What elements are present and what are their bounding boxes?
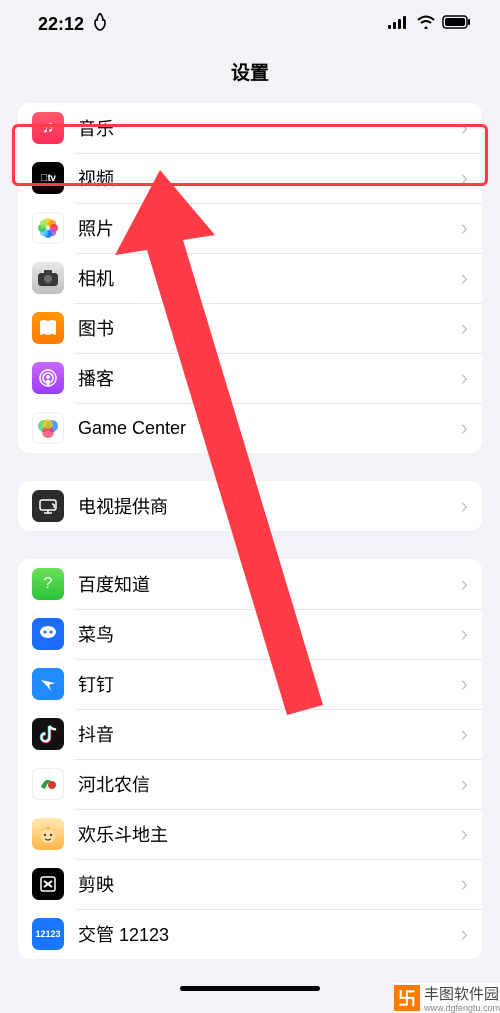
chevron-right-icon: › [461, 921, 468, 947]
chevron-right-icon: › [461, 115, 468, 141]
hebeinongxin-icon [32, 768, 64, 800]
row-label: 相机 [78, 265, 461, 291]
watermark-name: 丰图软件园 [424, 986, 499, 1003]
jianying-icon [32, 868, 64, 900]
settings-row-huanledoudizhu[interactable]: 欢乐斗地主 › [18, 809, 482, 859]
page-title: 设置 [0, 48, 500, 103]
dingding-icon [32, 668, 64, 700]
row-label: 百度知道 [78, 571, 461, 597]
chevron-right-icon: › [461, 821, 468, 847]
settings-section-thirdparty: ? 百度知道 › 菜鸟 › 钉钉 › 抖音 › 河北农信 › 欢乐斗地主 [18, 559, 482, 959]
row-label: 电视提供商 [78, 493, 461, 519]
watermark-url: www.dgfengtu.com [424, 1004, 500, 1013]
baiduzhidao-icon: ? [32, 568, 64, 600]
row-label: 菜鸟 [78, 621, 461, 647]
signal-icon [388, 15, 410, 34]
row-label: 抖音 [78, 721, 461, 747]
podcasts-icon [32, 362, 64, 394]
chevron-right-icon: › [461, 365, 468, 391]
status-time: 22:12 [38, 14, 84, 35]
home-indicator[interactable] [180, 986, 320, 991]
camera-icon [32, 262, 64, 294]
chevron-right-icon: › [461, 493, 468, 519]
cainiao-icon [32, 618, 64, 650]
music-icon: ♫ [32, 112, 64, 144]
wifi-icon [416, 15, 436, 34]
settings-row-photos[interactable]: 照片 › [18, 203, 482, 253]
row-label: 钉钉 [78, 671, 461, 697]
row-label: 交管 12123 [78, 921, 461, 947]
tv-icon: tv [32, 162, 64, 194]
chevron-right-icon: › [461, 771, 468, 797]
douyin-icon [32, 718, 64, 750]
gamecenter-icon [32, 412, 64, 444]
watermark: 卐 丰图软件园 www.dgfengtu.com [394, 983, 500, 1013]
row-label: 河北农信 [78, 771, 461, 797]
settings-row-books[interactable]: 图书 › [18, 303, 482, 353]
settings-row-dingding[interactable]: 钉钉 › [18, 659, 482, 709]
jiaoguan12123-icon: 12123 [32, 918, 64, 950]
settings-row-camera[interactable]: 相机 › [18, 253, 482, 303]
chevron-right-icon: › [461, 165, 468, 191]
row-label: 剪映 [78, 871, 461, 897]
chevron-right-icon: › [461, 571, 468, 597]
row-label: Game Center [78, 418, 461, 439]
chevron-right-icon: › [461, 315, 468, 341]
chevron-right-icon: › [461, 265, 468, 291]
settings-section-apple: ♫ 音乐 › tv 视频 › 照片 › 相机 › 图书 › 播客 › [18, 103, 482, 453]
books-icon [32, 312, 64, 344]
settings-row-cainiao[interactable]: 菜鸟 › [18, 609, 482, 659]
settings-row-tvprovider[interactable]: 电视提供商 › [18, 481, 482, 531]
settings-row-baiduzhidao[interactable]: ? 百度知道 › [18, 559, 482, 609]
settings-row-jiaoguan12123[interactable]: 12123 交管 12123 › [18, 909, 482, 959]
settings-row-douyin[interactable]: 抖音 › [18, 709, 482, 759]
watermark-logo: 卐 [394, 985, 420, 1011]
chevron-right-icon: › [461, 671, 468, 697]
chevron-right-icon: › [461, 721, 468, 747]
row-label: 视频 [78, 165, 461, 191]
settings-row-hebeinongxin[interactable]: 河北农信 › [18, 759, 482, 809]
photos-icon [32, 212, 64, 244]
settings-row-gamecenter[interactable]: Game Center › [18, 403, 482, 453]
row-label: 图书 [78, 315, 461, 341]
huanledoudizhu-icon [32, 818, 64, 850]
status-left: 22:12 [38, 13, 108, 36]
settings-row-video[interactable]: tv 视频 › [18, 153, 482, 203]
row-label: 欢乐斗地主 [78, 821, 461, 847]
chevron-right-icon: › [461, 621, 468, 647]
status-right [388, 15, 472, 34]
battery-icon [442, 15, 472, 34]
status-bar: 22:12 [0, 0, 500, 48]
tv-provider-icon [32, 490, 64, 522]
row-label: 音乐 [78, 115, 461, 141]
settings-row-music[interactable]: ♫ 音乐 › [18, 103, 482, 153]
settings-row-podcasts[interactable]: 播客 › [18, 353, 482, 403]
chevron-right-icon: › [461, 871, 468, 897]
row-label: 播客 [78, 365, 461, 391]
flame-icon [92, 13, 108, 36]
settings-section-tvprovider: 电视提供商 › [18, 481, 482, 531]
row-label: 照片 [78, 215, 461, 241]
chevron-right-icon: › [461, 415, 468, 441]
settings-row-jianying[interactable]: 剪映 › [18, 859, 482, 909]
chevron-right-icon: › [461, 215, 468, 241]
